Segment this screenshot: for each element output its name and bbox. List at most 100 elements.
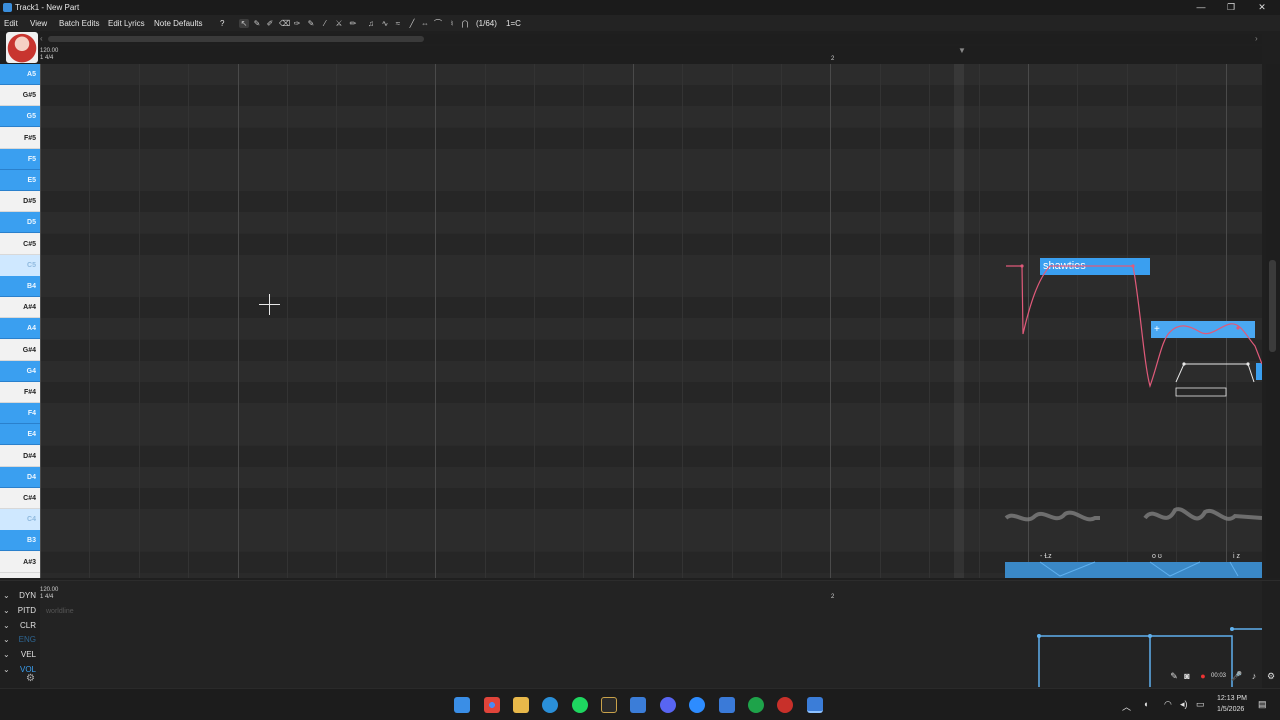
portamento-icon[interactable]: ╱ <box>407 19 417 28</box>
record-icon[interactable]: ● <box>1197 670 1209 682</box>
tune-icon[interactable]: ♮ <box>447 19 457 28</box>
green-app-icon[interactable] <box>748 697 764 713</box>
piano-keyboard[interactable]: A5 G#5 G5 F#5 F5 E5 D#5 D5 C#5 C5 B4 A#4 A4 G#4 G4 F#4 F… <box>0 64 40 578</box>
horizontal-scroll-thumb[interactable] <box>48 36 424 42</box>
discord-icon[interactable] <box>660 697 676 713</box>
chevron-down-icon[interactable]: ⌄ <box>3 589 10 603</box>
piano-key[interactable]: F5 <box>0 148 40 170</box>
piano-key[interactable]: A#3 <box>0 551 40 573</box>
menu-view[interactable]: View <box>30 19 47 28</box>
expression-curve-area[interactable]: 120.00 1 4/4 2 worldline <box>40 581 1262 689</box>
tray-chevron-icon[interactable]: ︿ <box>1122 700 1131 713</box>
overlay-settings-icon[interactable]: ⚙ <box>1265 670 1277 682</box>
piano-key[interactable]: G#5 <box>0 85 40 107</box>
phoneme-1[interactable]: - Ɫz <box>1040 553 1052 560</box>
playhead-marker-icon[interactable]: ▼ <box>958 46 966 55</box>
expression-eng[interactable]: ⌄ ENG <box>0 633 40 647</box>
store-icon[interactable] <box>719 697 735 713</box>
menu-edit[interactable]: Edit <box>4 19 18 28</box>
menu-batch-edits[interactable]: Batch Edits <box>59 19 99 28</box>
wifi-icon[interactable]: ◠ <box>1164 699 1172 710</box>
clock-date[interactable]: 1/5/2026 <box>1217 706 1244 713</box>
piano-key[interactable]: D#4 <box>0 445 40 467</box>
close-button[interactable]: ✕ <box>1255 2 1269 13</box>
red-app-icon[interactable] <box>777 697 793 713</box>
spotify-icon[interactable] <box>572 697 588 713</box>
battery-icon[interactable]: ▭ <box>1196 699 1205 710</box>
pen-overlay-icon[interactable]: ✎ <box>1168 670 1180 682</box>
mic-overlay-icon[interactable]: 🎤 <box>1231 670 1243 682</box>
piano-key[interactable]: C#4 <box>0 488 40 509</box>
piano-key[interactable]: C5 <box>0 254 40 276</box>
maximize-button[interactable]: ❐ <box>1224 2 1238 13</box>
horizontal-scrollbar[interactable] <box>48 34 1262 44</box>
expression-clr[interactable]: ⌄ CLR <box>0 619 40 633</box>
piano-key[interactable]: A5 <box>0 64 40 85</box>
selection-tool-icon[interactable]: ↖ <box>239 19 249 28</box>
piano-key[interactable]: A4 <box>0 318 40 340</box>
clock-time[interactable]: 12:13 PM <box>1217 695 1247 702</box>
curve-icon[interactable]: ⌒ <box>433 19 443 28</box>
piano-key[interactable]: E4 <box>0 424 40 446</box>
piano-key[interactable]: B3 <box>0 530 40 552</box>
menu-help[interactable]: ? <box>220 19 224 28</box>
piano-key[interactable]: A#4 <box>0 297 40 319</box>
piano-key[interactable]: D4 <box>0 466 40 488</box>
tray-mic-icon[interactable]: ◖ <box>1143 699 1148 709</box>
expression-vel[interactable]: ⌄ VEL <box>0 648 40 662</box>
notification-icon[interactable]: ▤ <box>1258 699 1267 710</box>
speaker-overlay-icon[interactable]: ♪ <box>1248 670 1260 682</box>
piano-key[interactable]: F#5 <box>0 127 40 149</box>
expression-dyn[interactable]: ⌄ DYN <box>0 589 40 603</box>
piano-key[interactable]: D5 <box>0 212 40 234</box>
line-tool-icon[interactable]: ⁄ <box>320 19 330 28</box>
piano-key[interactable]: C#5 <box>0 233 40 255</box>
active-app-icon[interactable] <box>807 697 823 713</box>
piano-key[interactable]: D#5 <box>0 191 40 213</box>
piano-key[interactable]: F4 <box>0 403 40 425</box>
pitch-curve[interactable] <box>40 64 1262 578</box>
pen-tool-icon[interactable]: ✎ <box>252 19 262 28</box>
settings-gear-icon[interactable]: ⚙ <box>26 673 35 684</box>
note-icon[interactable]: ♫ <box>366 19 376 28</box>
expression-pitd[interactable]: ⌄ PITD <box>0 604 40 618</box>
magnet-icon[interactable]: ⋂ <box>460 19 470 28</box>
pitch-wave-icon[interactable]: ≈ <box>393 19 403 28</box>
menu-edit-lyrics[interactable]: Edit Lyrics <box>108 19 145 28</box>
draw-pitch-tool-icon[interactable]: ✑ <box>292 19 302 28</box>
piano-key[interactable]: B4 <box>0 276 40 297</box>
chevron-down-icon[interactable]: ⌄ <box>3 604 10 618</box>
chevron-down-icon[interactable]: ⌄ <box>3 663 10 677</box>
brush-tool-icon[interactable]: ✏ <box>348 19 358 28</box>
tempo-label[interactable]: 120.00 <box>40 48 58 54</box>
eraser-tool-icon[interactable]: ⌫ <box>279 19 290 28</box>
vibrato-icon[interactable]: ∿ <box>380 19 390 28</box>
snap-icon[interactable]: ⇔ <box>420 19 430 28</box>
piano-roll-grid[interactable]: shawties + - Ɫz o ʊ i z <box>40 64 1262 578</box>
piano-key[interactable]: F#4 <box>0 382 40 403</box>
time-signature-label[interactable]: 1 4/4 <box>40 55 53 61</box>
file-explorer-icon[interactable] <box>513 697 529 713</box>
scroll-left-icon[interactable]: ‹ <box>40 34 43 43</box>
chevron-down-icon[interactable]: ⌄ <box>3 648 10 662</box>
piano-key[interactable]: E5 <box>0 170 40 191</box>
edge-icon[interactable] <box>542 697 558 713</box>
volume-curve[interactable] <box>40 581 1262 689</box>
knife-tool-icon[interactable]: ⚔ <box>334 19 344 28</box>
pen-plus-tool-icon[interactable]: ✐ <box>265 19 275 28</box>
timeline-ruler[interactable]: 120.00 1 4/4 2 ▼ <box>40 46 1262 64</box>
chevron-down-icon[interactable]: ⌄ <box>3 619 10 633</box>
vertical-scrollbar[interactable] <box>1266 64 1280 578</box>
singer-avatar[interactable] <box>6 32 38 63</box>
piano-key[interactable]: G5 <box>0 106 40 128</box>
piano-key[interactable]: C4 <box>0 509 40 531</box>
piano-key[interactable]: G#4 <box>0 339 40 361</box>
snap-division[interactable]: (1/64) <box>476 19 497 28</box>
camera-icon[interactable]: ◙ <box>1181 670 1193 682</box>
minimize-button[interactable]: — <box>1194 2 1208 13</box>
volume-icon[interactable]: ◂) <box>1180 699 1188 710</box>
scroll-right-icon[interactable]: › <box>1255 34 1258 43</box>
phoneme-3[interactable]: i z <box>1233 553 1240 560</box>
music-app-icon[interactable] <box>601 697 617 713</box>
menu-note-defaults[interactable]: Note Defaults <box>154 19 202 28</box>
